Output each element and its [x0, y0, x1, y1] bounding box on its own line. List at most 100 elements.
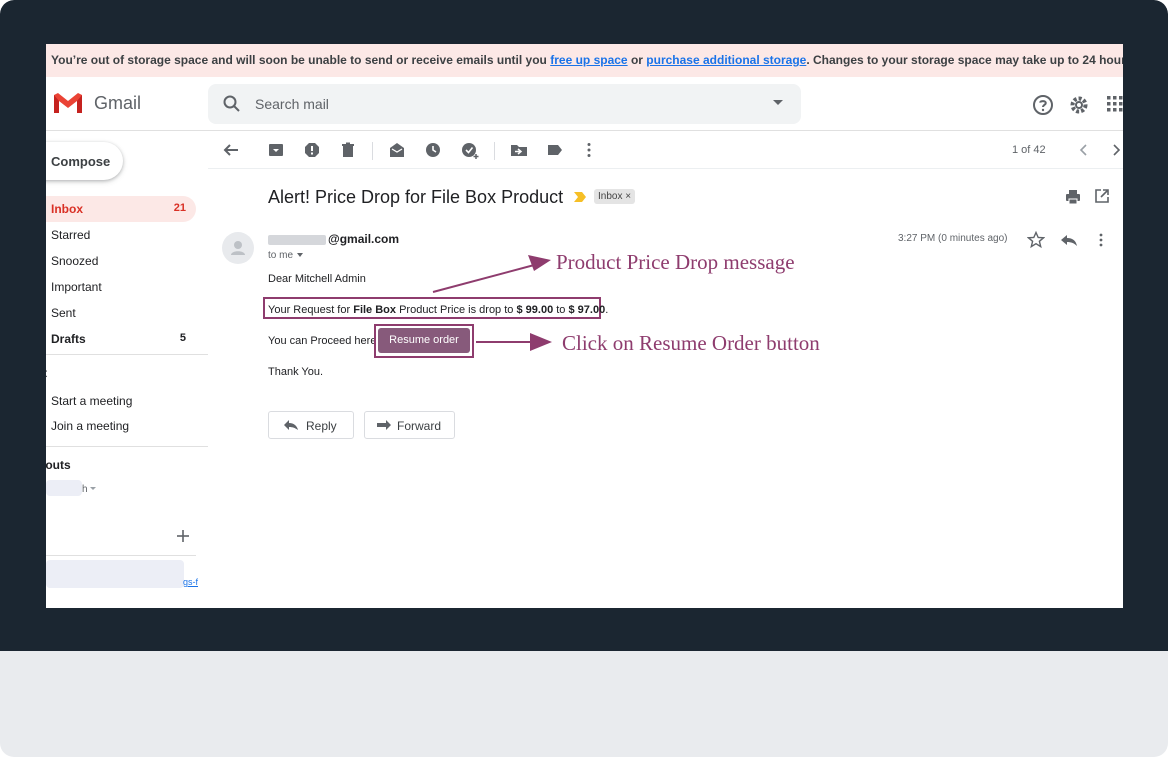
help-icon[interactable] — [1032, 94, 1054, 116]
add-contact-plus-icon[interactable] — [176, 529, 190, 543]
newer-chevron-right-icon[interactable] — [1107, 141, 1123, 159]
hangouts-conversation-blurred — [46, 560, 184, 588]
resume-order-annotation: Click on Resume Order button — [562, 331, 820, 355]
sender-address[interactable]: @gmail.com — [268, 232, 399, 246]
inbox-label-chip[interactable]: Inbox × — [594, 189, 636, 204]
hangouts-user-name[interactable]: h — [82, 484, 88, 495]
sidebar-item-important[interactable]: Important — [46, 274, 196, 300]
email-view: 1 of 42 Alert! Price Drop for File Box P… — [208, 130, 1123, 608]
sender-avatar[interactable] — [222, 232, 254, 264]
sidebar-item-label: Starred — [51, 228, 91, 242]
remove-label-close-icon[interactable]: × — [625, 191, 631, 202]
back-arrow-icon[interactable] — [222, 141, 240, 159]
reply-label: Reply — [306, 419, 337, 433]
banner-text-after: . Changes to your storage space may take… — [806, 53, 1123, 67]
hangouts-heading: gouts — [46, 458, 71, 472]
forward-icon — [377, 420, 391, 430]
sender-email-suffix: @gmail.com — [328, 232, 400, 246]
message-more-options-icon[interactable] — [1097, 232, 1105, 248]
reply-icon[interactable] — [1060, 232, 1078, 248]
sidebar: Compose Inbox 21 Starred Snoozed Importa… — [46, 130, 208, 608]
email-subject: Alert! Price Drop for File Box Product — [268, 187, 564, 207]
print-icon[interactable] — [1064, 188, 1082, 206]
sidebar-item-starred[interactable]: Starred — [46, 222, 196, 248]
star-icon[interactable] — [1027, 231, 1045, 249]
forward-label: Forward — [397, 419, 442, 433]
snooze-clock-icon[interactable] — [424, 141, 442, 159]
search-icon[interactable] — [222, 94, 242, 114]
price-drop-message: Your Request for File Box Product Price … — [268, 304, 608, 316]
email-timestamp: 3:27 PM (0 minutes ago) — [898, 233, 1008, 244]
mark-unread-icon[interactable] — [388, 141, 406, 159]
reply-button[interactable]: Reply — [268, 411, 354, 439]
period: . — [605, 304, 609, 316]
open-in-new-window-icon[interactable] — [1094, 188, 1110, 204]
forward-button[interactable]: Forward — [364, 411, 455, 439]
compose-label: Compose — [51, 154, 111, 169]
join-meeting-link[interactable]: Join a meeting — [46, 413, 196, 439]
storage-warning-banner: You’re out of storage space and will soo… — [46, 44, 1123, 77]
device-frame: You’re out of storage space and will soo… — [0, 0, 1168, 757]
sidebar-divider — [46, 555, 196, 556]
search-options-chevron-down-icon[interactable] — [773, 100, 783, 105]
meet-heading: t — [46, 366, 47, 380]
archive-icon[interactable] — [267, 141, 285, 159]
thank-you-text: Thank You. — [268, 366, 324, 378]
gmail-logo-icon[interactable] — [52, 91, 84, 115]
price-drop-annotation: Product Price Drop message — [556, 250, 795, 274]
move-to-folder-icon[interactable] — [510, 141, 528, 159]
label-chip-text: Inbox — [598, 191, 623, 202]
compose-button[interactable]: Compose — [46, 142, 123, 180]
page-count: 1 of 42 — [1012, 144, 1046, 156]
sidebar-item-label: Snoozed — [51, 254, 99, 268]
join-meeting-label: Join a meeting — [51, 419, 130, 433]
apps-icon[interactable] — [1107, 96, 1123, 112]
to-me-label: to me — [268, 250, 294, 261]
important-marker-icon[interactable] — [574, 192, 586, 202]
price-drop-arrow — [432, 255, 551, 293]
toolbar-separator — [494, 142, 495, 160]
hangouts-link[interactable]: gs-f — [183, 577, 198, 587]
sidebar-item-label: Inbox — [51, 202, 83, 216]
toolbar-divider — [208, 168, 1123, 169]
gmail-screen: You’re out of storage space and will soo… — [46, 44, 1123, 608]
resume-order-button[interactable]: Resume order — [378, 328, 470, 353]
request-mid: Product Price is drop to — [399, 304, 514, 316]
hangouts-user-blurred — [46, 480, 82, 496]
label-tag-icon[interactable] — [546, 141, 564, 159]
sidebar-divider — [46, 354, 208, 355]
free-up-space-link[interactable]: free up space — [550, 53, 627, 67]
details-chevron-down-icon[interactable] — [297, 253, 304, 258]
reply-icon — [284, 420, 298, 430]
proceed-text: You can Proceed here — [268, 335, 377, 347]
sidebar-divider — [46, 446, 208, 447]
recipient-details[interactable]: to me — [268, 250, 304, 261]
sidebar-item-drafts[interactable]: Drafts 5 — [46, 326, 196, 352]
app-name[interactable]: Gmail — [94, 93, 141, 114]
add-to-tasks-icon[interactable] — [461, 141, 479, 159]
start-meeting-link[interactable]: Start a meeting — [46, 388, 196, 414]
sender-name-blurred — [268, 234, 326, 245]
search-box[interactable]: Search mail — [208, 84, 801, 124]
toolbar-separator — [372, 142, 373, 160]
new-price: $ 97.00 — [568, 304, 606, 316]
top-bar: Gmail Search mail — [46, 77, 1123, 131]
banner-text-mid: or — [630, 53, 643, 67]
sidebar-item-inbox[interactable]: Inbox 21 — [46, 196, 196, 222]
more-options-icon[interactable] — [580, 141, 598, 159]
sidebar-item-sent[interactable]: Sent — [46, 300, 196, 326]
banner-text-before: You’re out of storage space and will soo… — [51, 53, 547, 67]
sidebar-item-label: Important — [51, 280, 102, 294]
report-spam-icon[interactable] — [303, 141, 321, 159]
gear-icon[interactable] — [1068, 94, 1090, 116]
delete-trash-icon[interactable] — [339, 141, 357, 159]
start-meeting-label: Start a meeting — [51, 394, 133, 408]
sidebar-item-snoozed[interactable]: Snoozed — [46, 248, 196, 274]
drafts-count: 5 — [179, 332, 186, 344]
purchase-storage-link[interactable]: purchase additional storage — [646, 53, 806, 67]
search-input[interactable]: Search mail — [255, 96, 329, 112]
email-greeting: Dear Mitchell Admin — [268, 273, 366, 285]
status-chevron-down-icon[interactable] — [90, 487, 96, 490]
older-chevron-left-icon[interactable] — [1075, 141, 1093, 159]
old-price: $ 99.00 — [516, 304, 554, 316]
